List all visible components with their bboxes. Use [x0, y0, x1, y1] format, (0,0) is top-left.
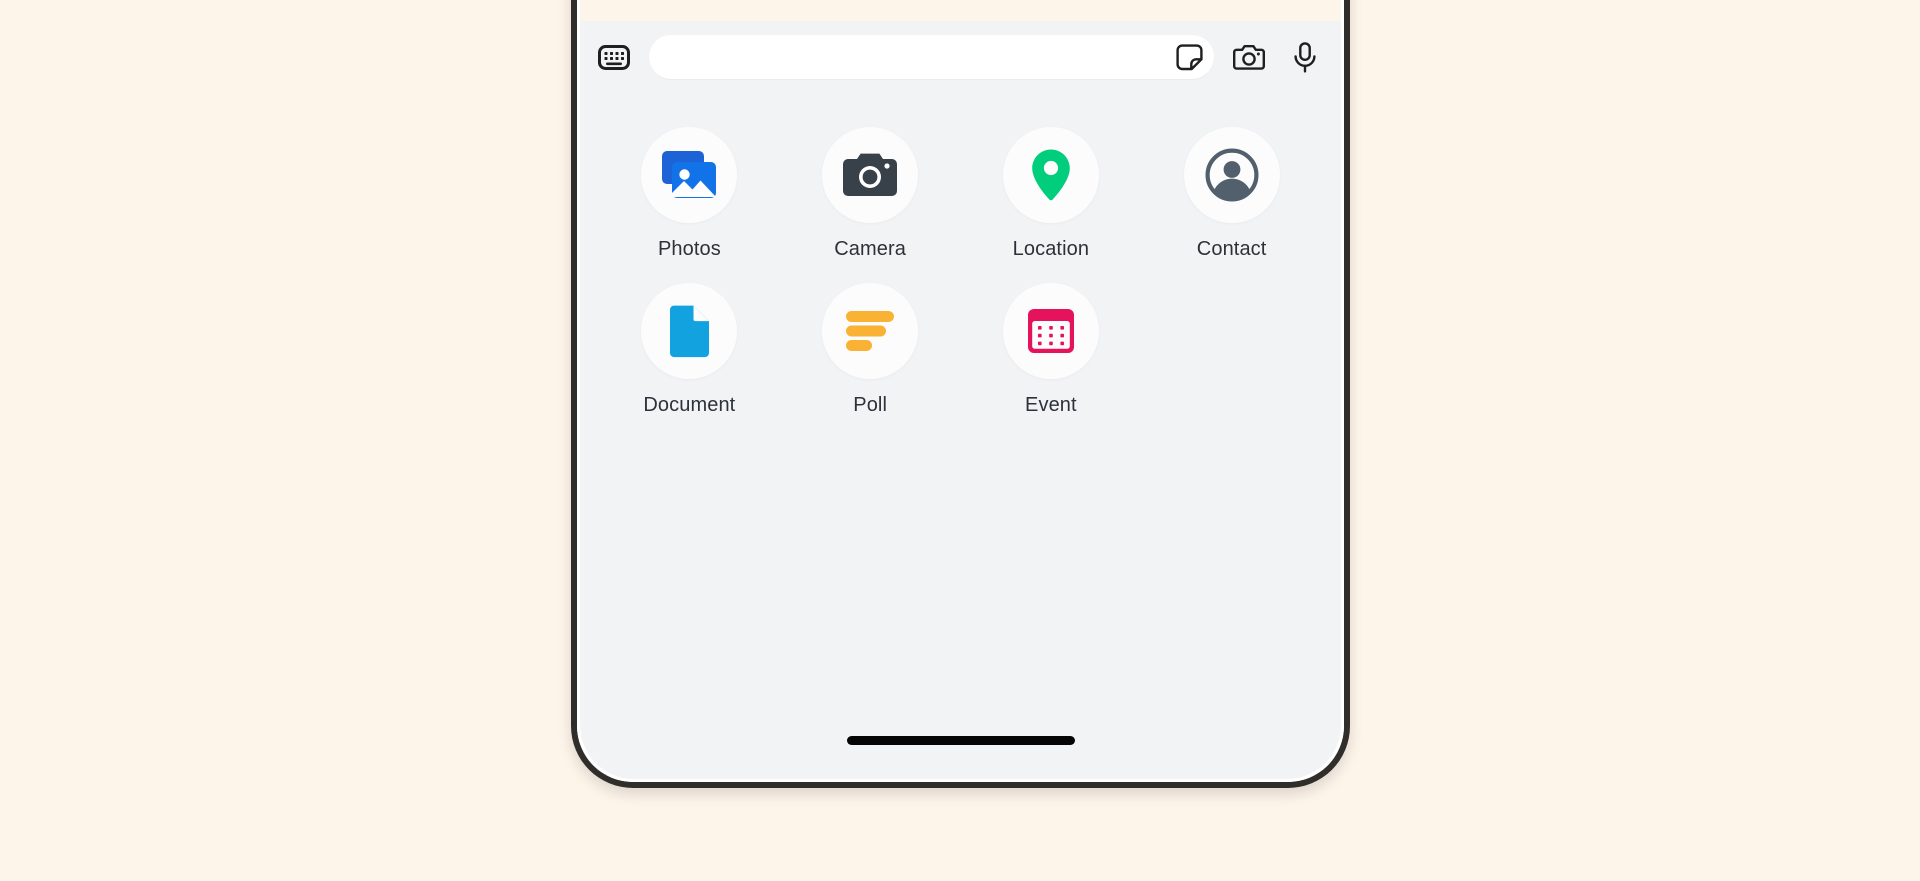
- attachment-option-label: Location: [1012, 238, 1090, 260]
- camera-outline-icon: [1233, 44, 1265, 70]
- location-pin-icon: [1032, 149, 1070, 201]
- chat-wallpaper-doodle-icon: [577, 0, 1344, 21]
- location-icon-circle: [1002, 127, 1099, 223]
- attachment-option-label: Camera: [834, 238, 906, 260]
- document-icon-circle: [641, 283, 738, 379]
- contact-icon-circle: [1183, 127, 1280, 223]
- attachment-option-poll[interactable]: Poll: [780, 283, 961, 417]
- microphone-button[interactable]: [1284, 36, 1326, 78]
- phone-screen: Photos Camera Location Contact Document …: [577, 0, 1344, 782]
- keyboard-icon: [598, 44, 630, 70]
- camera-icon-circle: [822, 127, 919, 223]
- sticker-icon: [1175, 43, 1203, 70]
- attachment-option-label: Contact: [1196, 238, 1267, 260]
- attachment-option-photos[interactable]: Photos: [599, 127, 780, 261]
- sticker-button[interactable]: [1174, 42, 1204, 72]
- attachment-option-label: Poll: [853, 394, 887, 416]
- message-input-wrapper[interactable]: [649, 35, 1214, 79]
- attachment-row: Document Poll Event: [599, 283, 1322, 417]
- microphone-icon: [1294, 41, 1316, 73]
- contact-person-icon: [1205, 148, 1259, 202]
- attachment-options-panel: Photos Camera Location Contact Document …: [577, 93, 1344, 698]
- attachment-option-location[interactable]: Location: [961, 127, 1142, 261]
- attachment-option-label: Document: [643, 394, 736, 416]
- attachment-option-label: Event: [1025, 394, 1077, 416]
- camera-button[interactable]: [1228, 36, 1270, 78]
- attachment-option-camera[interactable]: Camera: [780, 127, 961, 261]
- attachment-option-contact[interactable]: Contact: [1141, 127, 1322, 261]
- attachment-option-empty-slot: [1141, 283, 1322, 417]
- keyboard-button[interactable]: [593, 36, 635, 78]
- phone-device-frame: Photos Camera Location Contact Document …: [571, 0, 1350, 788]
- chat-message-area[interactable]: [577, 0, 1344, 21]
- poll-icon: [846, 311, 895, 351]
- attachment-option-label: Photos: [657, 238, 721, 260]
- attachment-row: Photos Camera Location Contact: [599, 127, 1322, 261]
- calendar-icon: [1027, 309, 1074, 353]
- camera-icon: [843, 153, 898, 196]
- poll-icon-circle: [822, 283, 919, 379]
- home-indicator-area: [577, 698, 1344, 782]
- message-input[interactable]: [669, 35, 1174, 79]
- attachment-option-document[interactable]: Document: [599, 283, 780, 417]
- attachment-option-event[interactable]: Event: [961, 283, 1142, 417]
- document-icon: [670, 305, 710, 358]
- message-composer-bar: [577, 21, 1344, 93]
- home-indicator[interactable]: [846, 735, 1075, 745]
- photos-icon: [662, 151, 717, 198]
- photos-icon-circle: [641, 127, 738, 223]
- calendar-icon-circle: [1002, 283, 1099, 379]
